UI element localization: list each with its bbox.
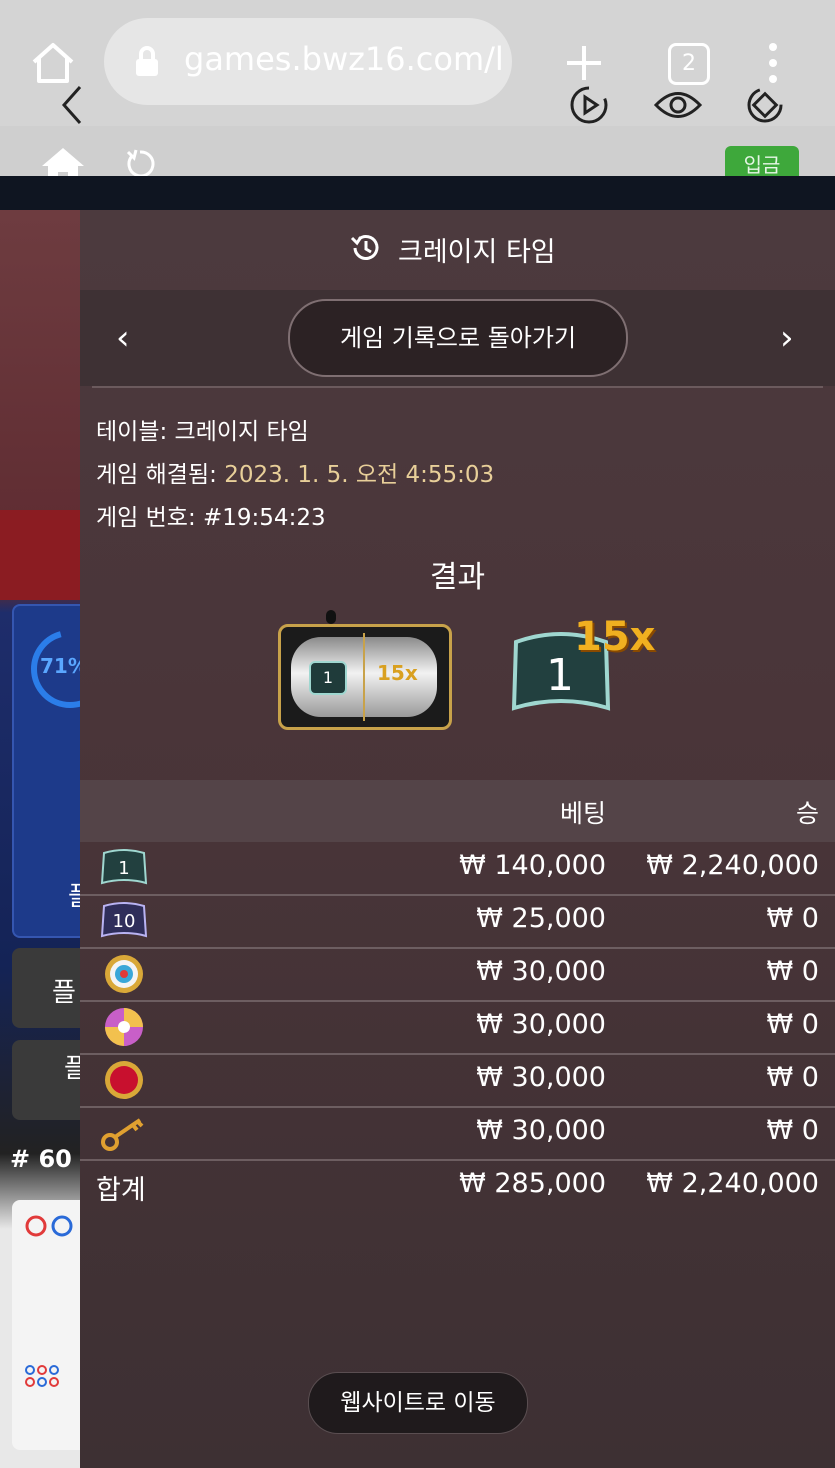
- road-markers-small-icon: [25, 1365, 59, 1387]
- result-heading: 결과: [429, 560, 486, 595]
- road-markers-icon: [25, 1215, 73, 1237]
- result-segment: 1: [546, 650, 574, 701]
- pachinko-icon: [105, 1008, 143, 1046]
- game-number-info: 게임 번호: #19:54:23: [96, 498, 326, 532]
- previous-game-chevron-icon[interactable]: ‹: [116, 318, 130, 358]
- bet-row: 10 ₩ 25,000 ₩ 0: [80, 895, 835, 949]
- coin-flip-icon: [105, 1061, 143, 1099]
- background-button-label: 플: [52, 978, 76, 1008]
- bet-amount: ₩ 30,000: [476, 1009, 606, 1040]
- total-bet-amount: ₩ 285,000: [459, 1168, 606, 1199]
- top-slot-reel: 1 15x: [278, 624, 452, 730]
- game-number-label: 게임 번호:: [96, 505, 196, 531]
- segment-1-icon: 1: [100, 849, 148, 885]
- bet-row: 1 ₩ 140,000 ₩ 2,240,000: [80, 842, 835, 896]
- menu-icon[interactable]: [764, 42, 782, 84]
- history-icon: [350, 235, 379, 260]
- rotate-icon[interactable]: [744, 84, 786, 126]
- segment-label: 10: [113, 911, 136, 932]
- new-tab-icon[interactable]: [565, 44, 603, 82]
- bet-row: ₩ 30,000 ₩ 0: [80, 1001, 835, 1055]
- slot-segment: 1: [309, 661, 347, 695]
- table-info: 테이블: 크레이지 타임: [96, 412, 309, 446]
- divider: [92, 386, 823, 388]
- panel-header: 크레이지 타임: [80, 210, 835, 290]
- background-road-grid: [12, 1200, 80, 1450]
- next-game-chevron-icon[interactable]: ›: [780, 318, 794, 358]
- panel-title: 크레이지 타임: [398, 237, 556, 268]
- total-row: 합계 ₩ 285,000 ₩ 2,240,000: [80, 1160, 835, 1210]
- game-history-panel: 크레이지 타임 ‹ 게임 기록으로 돌아가기 › 테이블: 크레이지 타임 게임…: [80, 210, 835, 1468]
- tab-count[interactable]: 2: [668, 43, 710, 85]
- bet-amount: ₩ 25,000: [476, 903, 606, 934]
- slot-multiplier: 15x: [377, 661, 418, 685]
- table-value: 크레이지 타임: [174, 419, 309, 445]
- bet-column-header: 베팅: [559, 799, 606, 828]
- url-text: games.bwz16.com/l: [184, 40, 504, 78]
- bet-amount: ₩ 140,000: [459, 850, 606, 881]
- lock-icon: [136, 46, 158, 76]
- eye-icon[interactable]: [654, 88, 702, 122]
- background-button: 플: [12, 1040, 88, 1120]
- bets-table-header: 베팅 승: [80, 780, 835, 842]
- resolved-value: 2023. 1. 5. 오전 4:55:03: [224, 462, 495, 488]
- resolved-info: 게임 해결됨: 2023. 1. 5. 오전 4:55:03: [96, 455, 494, 489]
- crazy-time-key-icon: [101, 1118, 144, 1151]
- segment-label: 1: [118, 858, 129, 879]
- background-round-number: # 60: [10, 1145, 72, 1173]
- video-icon[interactable]: [568, 84, 610, 126]
- browser-toolbar: games.bwz16.com/l 2: [0, 0, 835, 126]
- cash-hunt-icon: [105, 955, 143, 993]
- resolved-label: 게임 해결됨:: [96, 462, 217, 488]
- win-amount: ₩ 0: [766, 1062, 819, 1093]
- background-table: [0, 510, 80, 600]
- top-strip: [0, 176, 835, 210]
- back-to-history-button[interactable]: 게임 기록으로 돌아가기: [288, 299, 628, 377]
- bet-amount: ₩ 30,000: [476, 1115, 606, 1146]
- back-arrow-icon[interactable]: [60, 84, 84, 126]
- go-to-website-button[interactable]: 웹사이트로 이동: [308, 1372, 528, 1434]
- win-amount: ₩ 0: [766, 903, 819, 934]
- slot-separator: [363, 633, 365, 721]
- win-amount: ₩ 2,240,000: [646, 850, 819, 881]
- win-amount: ₩ 0: [766, 956, 819, 987]
- bet-row: ₩ 30,000 ₩ 0: [80, 948, 835, 1002]
- segment-10-icon: 10: [100, 902, 148, 938]
- bet-amount: ₩ 30,000: [476, 956, 606, 987]
- win-column-header: 승: [795, 799, 819, 828]
- bet-row: ₩ 30,000 ₩ 0: [80, 1107, 835, 1161]
- total-win-amount: ₩ 2,240,000: [646, 1168, 819, 1199]
- win-amount: ₩ 0: [766, 1115, 819, 1146]
- bet-amount: ₩ 30,000: [476, 1062, 606, 1093]
- result-multiplier: 15x: [574, 614, 656, 660]
- table-label: 테이블:: [96, 419, 168, 445]
- address-bar[interactable]: games.bwz16.com/l: [104, 18, 512, 105]
- total-label: 합계: [96, 1175, 146, 1206]
- home-icon[interactable]: [30, 42, 76, 84]
- bet-row: ₩ 30,000 ₩ 0: [80, 1054, 835, 1108]
- site-header: [0, 126, 835, 184]
- background-button: 플: [12, 948, 80, 1028]
- slot-pointer-icon: [326, 610, 336, 624]
- win-amount: ₩ 0: [766, 1009, 819, 1040]
- game-number-value: #19:54:23: [203, 505, 326, 531]
